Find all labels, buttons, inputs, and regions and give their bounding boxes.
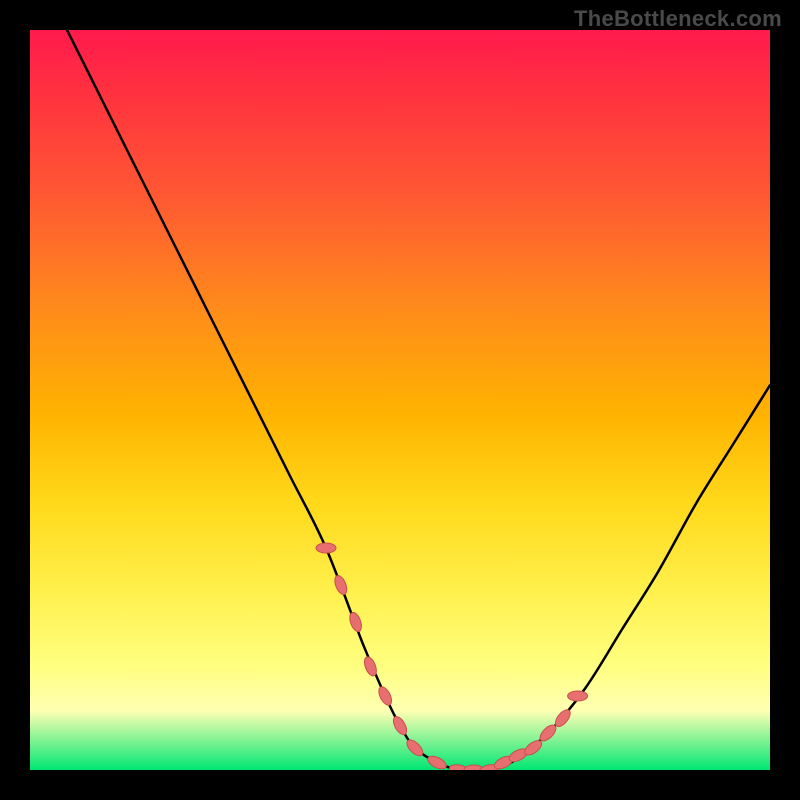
highlight-marker xyxy=(553,707,573,729)
highlight-marker xyxy=(492,754,514,770)
highlight-marker xyxy=(404,737,425,758)
chart-frame: TheBottleneck.com xyxy=(0,0,800,800)
highlight-marker xyxy=(537,722,558,743)
highlight-marker xyxy=(347,611,363,633)
highlight-marker xyxy=(426,754,448,770)
highlight-marker xyxy=(332,574,349,596)
highlight-marker xyxy=(376,685,394,707)
chart-svg xyxy=(30,30,770,770)
highlight-marker xyxy=(522,738,544,758)
highlight-marker xyxy=(362,655,379,677)
highlight-marker xyxy=(464,765,484,770)
highlight-marker xyxy=(568,691,588,701)
highlight-marker xyxy=(316,543,336,553)
highlight-marker xyxy=(448,763,470,770)
plot-area xyxy=(30,30,770,770)
highlight-marker xyxy=(391,714,410,736)
highlight-marker-group xyxy=(316,543,588,770)
watermark-text: TheBottleneck.com xyxy=(574,6,782,32)
bottleneck-curve xyxy=(67,30,770,770)
highlight-marker xyxy=(478,763,500,770)
highlight-marker xyxy=(507,746,529,764)
